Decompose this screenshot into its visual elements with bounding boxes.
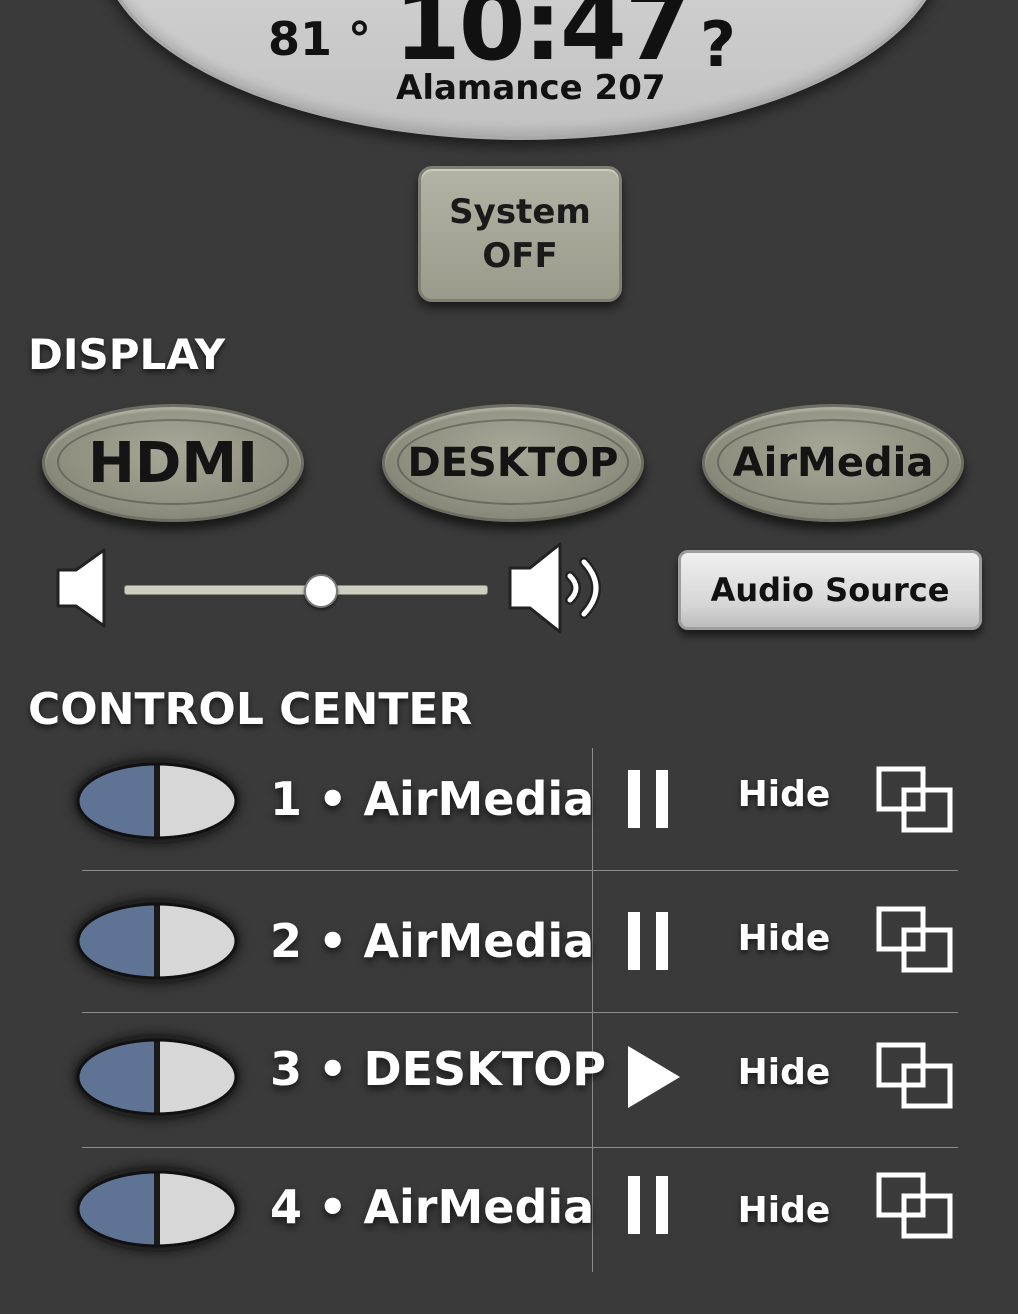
display-section-title: DISPLAY	[28, 330, 226, 379]
audio-source-button[interactable]: Audio Source	[678, 550, 982, 630]
source-airmedia-button[interactable]: AirMedia	[702, 404, 964, 522]
clock-time: 10:47	[394, 0, 692, 82]
system-off-button[interactable]: System OFF	[418, 166, 622, 302]
row-2-label: 2 • AirMedia	[270, 914, 595, 968]
volume-slider-handle[interactable]	[304, 574, 339, 608]
source-hdmi-button[interactable]: HDMI	[42, 404, 304, 522]
volume-down-icon[interactable]	[56, 548, 108, 628]
row-1-hide-button[interactable]: Hide	[732, 764, 836, 824]
row-3-label: 3 • DESKTOP	[270, 1042, 607, 1096]
source-airmedia-label: AirMedia	[732, 440, 934, 486]
source-desktop-label: DESKTOP	[407, 440, 619, 486]
source-desktop-button[interactable]: DESKTOP	[382, 404, 644, 522]
toggle-switch-icon	[76, 1038, 238, 1116]
row-3-hide-button[interactable]: Hide	[732, 1042, 836, 1102]
room-name: Alamance 207	[396, 68, 666, 108]
pause-icon[interactable]	[628, 770, 670, 828]
help-button[interactable]: ?	[700, 8, 736, 81]
row-divider	[82, 1012, 958, 1013]
toggle-switch-icon	[76, 762, 238, 840]
play-icon[interactable]	[628, 1046, 682, 1108]
row-4-toggle[interactable]	[74, 1166, 240, 1252]
pause-icon[interactable]	[628, 912, 670, 970]
row-4-hide-button[interactable]: Hide	[732, 1180, 836, 1240]
row-divider	[82, 870, 958, 871]
temperature-readout: 81 °	[268, 12, 372, 66]
row-2-toggle[interactable]	[74, 898, 240, 984]
overlap-windows-icon[interactable]	[876, 1042, 954, 1110]
row-1-label: 1 • AirMedia	[270, 772, 595, 826]
overlap-windows-icon[interactable]	[876, 1172, 954, 1240]
row-1-toggle[interactable]	[74, 758, 240, 844]
overlap-windows-icon[interactable]	[876, 766, 954, 834]
system-off-line2: OFF	[482, 236, 558, 276]
system-off-line1: System	[449, 191, 591, 232]
row-4-label: 4 • AirMedia	[270, 1180, 595, 1234]
row-2-hide-button[interactable]: Hide	[732, 908, 836, 968]
toggle-switch-icon	[76, 902, 238, 980]
control-center-title: CONTROL CENTER	[28, 684, 473, 735]
pause-icon[interactable]	[628, 1176, 670, 1234]
source-hdmi-label: HDMI	[88, 430, 258, 496]
volume-up-icon[interactable]	[508, 542, 612, 634]
row-3-toggle[interactable]	[74, 1034, 240, 1120]
overlap-windows-icon[interactable]	[876, 906, 954, 974]
toggle-switch-icon	[76, 1170, 238, 1248]
row-divider	[82, 1147, 958, 1148]
